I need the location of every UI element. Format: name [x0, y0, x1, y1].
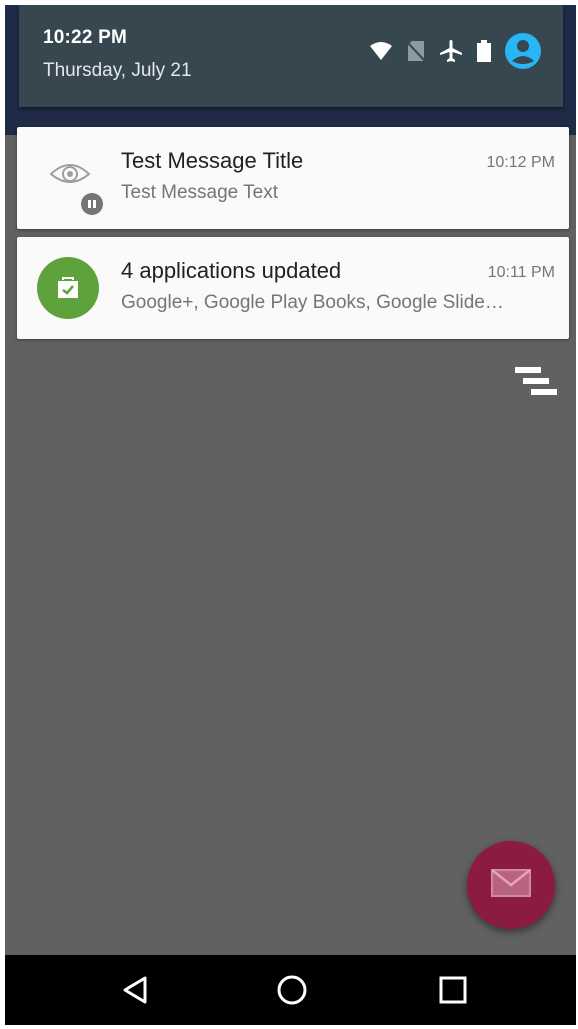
notification-title: 4 applications updated	[121, 258, 342, 283]
no-sim-icon	[406, 40, 426, 67]
eye-icon	[49, 160, 91, 193]
clear-all-icon[interactable]	[515, 367, 557, 406]
notification-title: Test Message Title	[121, 148, 304, 173]
compose-mail-button[interactable]	[467, 841, 555, 929]
app-badge-icon	[81, 193, 103, 215]
recents-button[interactable]	[436, 975, 470, 1009]
back-icon	[120, 975, 150, 1010]
date-label: Thursday, July 21	[43, 60, 192, 81]
recents-icon	[439, 976, 467, 1009]
notification-shade: 10:22 PM Thursday, July 21 Test Message …	[5, 5, 576, 1025]
status-icons	[369, 32, 541, 74]
notification-text: Test Message Text	[121, 182, 279, 203]
notification-text: Google+, Google Play Books, Google Slide…	[121, 292, 504, 313]
wifi-icon	[369, 41, 393, 66]
notification-card[interactable]: Test Message Title Test Message Text 10:…	[17, 127, 569, 229]
airplane-mode-icon	[439, 39, 463, 68]
clock-time: 10:22 PM	[43, 27, 127, 48]
play-store-update-icon	[37, 257, 99, 319]
navigation-bar	[5, 955, 576, 1025]
battery-icon	[477, 39, 491, 67]
notification-time: 10:12 PM	[486, 154, 555, 171]
mail-icon	[491, 868, 531, 902]
notification-card[interactable]: 4 applications updated Google+, Google P…	[17, 237, 569, 339]
home-icon	[276, 974, 308, 1011]
notification-time: 10:11 PM	[487, 264, 555, 281]
back-button[interactable]	[118, 975, 152, 1009]
user-avatar-icon[interactable]	[505, 32, 541, 74]
home-button[interactable]	[275, 975, 309, 1009]
quick-settings-header[interactable]: 10:22 PM Thursday, July 21	[19, 5, 563, 107]
